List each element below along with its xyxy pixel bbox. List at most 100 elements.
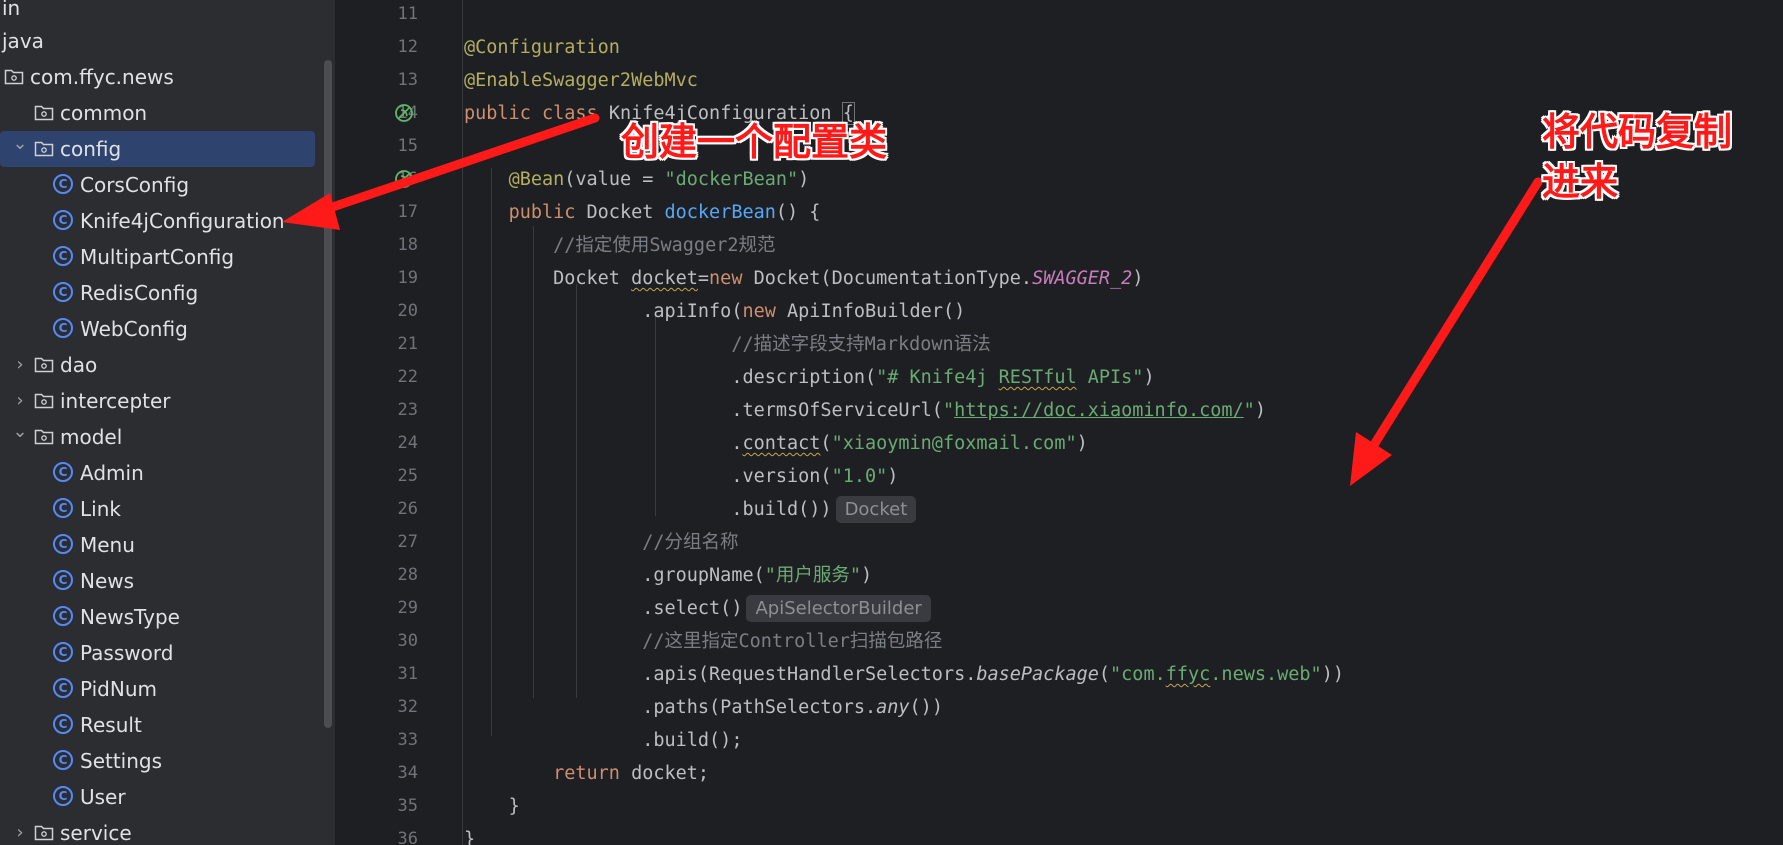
code-line-27[interactable]: //分组名称 xyxy=(464,526,739,559)
tree-item[interactable]: C User xyxy=(0,779,315,815)
tree-item[interactable]: › service xyxy=(0,815,315,845)
code-line-24[interactable]: .contact("xiaoymin@foxmail.com") xyxy=(464,427,1087,460)
line-number[interactable]: 27 xyxy=(358,526,418,559)
tree-item[interactable]: java xyxy=(0,23,315,59)
code-line-16[interactable]: @Bean(value = "dockerBean") xyxy=(464,163,810,196)
code-line-18[interactable]: //指定使用Swagger2规范 xyxy=(464,229,776,262)
editor-gutter: 11 12 13 14 15 16 17 18 19 20 21 22 23 24 25 26 27 28 29 30… xyxy=(336,0,462,845)
tree-item[interactable]: ⌄ config xyxy=(0,131,315,167)
url-link-token[interactable]: https://doc.xiaominfo.com/ xyxy=(954,400,1244,421)
line-number[interactable]: 17 xyxy=(358,196,418,229)
line-number[interactable]: 24 xyxy=(358,427,418,460)
code-line-17[interactable]: public Docket dockerBean() { xyxy=(464,196,821,229)
tree-item[interactable]: C Result xyxy=(0,707,315,743)
code-line-31[interactable]: .apis(RequestHandlerSelectors.basePackag… xyxy=(464,658,1344,691)
code-token: ()) xyxy=(909,697,943,718)
tree-item[interactable]: C Link xyxy=(0,491,315,527)
tree-item[interactable]: › intercepter xyxy=(0,383,315,419)
string-token: "1.0" xyxy=(831,466,888,487)
code-token: Docket xyxy=(575,202,665,223)
class-c-icon: C xyxy=(53,678,73,698)
code-line-22[interactable]: .description("# Knife4j RESTful APIs") xyxy=(464,361,1154,394)
constant-token: SWAGGER_2 xyxy=(1032,268,1133,289)
line-number[interactable]: 36 xyxy=(358,823,418,845)
code-line-28[interactable]: .groupName("用户服务") xyxy=(464,559,872,592)
line-number[interactable]: 18 xyxy=(358,229,418,262)
code-line-20[interactable]: .apiInfo(new ApiInfoBuilder() xyxy=(464,295,965,328)
tree-item[interactable]: › dao xyxy=(0,347,315,383)
chevron-right-icon[interactable]: › xyxy=(10,383,30,419)
chevron-right-icon[interactable]: › xyxy=(10,347,30,383)
code-token: ApiInfoBuilder() xyxy=(775,301,966,322)
line-number[interactable]: 12 xyxy=(358,31,418,64)
code-line-25[interactable]: .version("1.0") xyxy=(464,460,898,493)
spring-bean-icon[interactable] xyxy=(394,169,414,189)
line-number[interactable]: 11 xyxy=(358,0,418,31)
tree-item-label: News xyxy=(80,569,135,593)
code-line-19[interactable]: Docket docket=new Docket(DocumentationTy… xyxy=(464,262,1143,295)
line-number[interactable]: 13 xyxy=(358,64,418,97)
code-line-32[interactable]: .paths(PathSelectors.any()) xyxy=(464,691,943,724)
line-number[interactable]: 15 xyxy=(358,130,418,163)
tree-item[interactable]: C PidNum xyxy=(0,671,315,707)
code-line-30[interactable]: //这里指定Controller扫描包路径 xyxy=(464,625,942,658)
tree-item[interactable]: common xyxy=(0,95,315,131)
line-number[interactable]: 32 xyxy=(358,691,418,724)
line-number[interactable]: 22 xyxy=(358,361,418,394)
line-number[interactable]: 34 xyxy=(358,757,418,790)
class-name-token: Knife4jConfiguration xyxy=(608,103,832,124)
tree-item-label: Link xyxy=(80,497,121,521)
folder-icon xyxy=(34,825,54,841)
tree-item[interactable]: C MultipartConfig xyxy=(0,239,315,275)
line-number[interactable]: 19 xyxy=(358,262,418,295)
tree-item-label: PidNum xyxy=(80,677,157,701)
tree-item[interactable]: com.ffyc.news xyxy=(0,59,315,95)
code-line-33[interactable]: .build(); xyxy=(464,724,742,757)
line-number[interactable]: 28 xyxy=(358,559,418,592)
line-number[interactable]: 29 xyxy=(358,592,418,625)
line-number[interactable]: 33 xyxy=(358,724,418,757)
code-line-29[interactable]: .select() ApiSelectorBuilder xyxy=(464,592,931,625)
comment-token: //分组名称 xyxy=(642,532,739,553)
tree-item[interactable]: C Settings xyxy=(0,743,315,779)
code-line-35[interactable]: } xyxy=(464,790,520,823)
chevron-right-icon[interactable]: › xyxy=(10,815,30,845)
line-number[interactable]: 31 xyxy=(358,658,418,691)
tree-item[interactable]: C NewsType xyxy=(0,599,315,635)
line-number[interactable]: 26 xyxy=(358,493,418,526)
tree-item[interactable]: C RedisConfig xyxy=(0,275,315,311)
line-number[interactable]: 35 xyxy=(358,790,418,823)
tree-item[interactable]: C Knife4jConfiguration xyxy=(0,203,315,239)
code-token: .select() xyxy=(642,598,743,619)
code-line-21[interactable]: //描述字段支持Markdown语法 xyxy=(464,328,990,361)
line-number[interactable]: 20 xyxy=(358,295,418,328)
class-c-icon: C xyxy=(53,282,73,302)
chevron-down-icon[interactable]: ⌄ xyxy=(10,419,30,455)
comment-token: //指定使用Swagger2规范 xyxy=(553,235,776,256)
tree-item[interactable]: C Menu xyxy=(0,527,315,563)
tree-item[interactable]: C CorsConfig xyxy=(0,167,315,203)
tree-item[interactable]: C WebConfig xyxy=(0,311,315,347)
tree-item[interactable]: C News xyxy=(0,563,315,599)
code-line-12[interactable]: @Configuration xyxy=(464,31,620,64)
line-number[interactable]: 23 xyxy=(358,394,418,427)
code-line-34[interactable]: return docket; xyxy=(464,757,709,790)
code-line-13[interactable]: @EnableSwagger2WebMvc xyxy=(464,64,698,97)
code-line-36[interactable]: } xyxy=(464,823,475,845)
project-tree-scrollbar[interactable] xyxy=(324,60,332,728)
code-line-14[interactable]: public class Knife4jConfiguration { xyxy=(464,97,855,130)
code-editor[interactable]: 11 12 13 14 15 16 17 18 19 20 21 22 23 24 25 26 27 28 29 30… xyxy=(336,0,1783,845)
class-c-icon: C xyxy=(53,246,73,266)
line-number[interactable]: 30 xyxy=(358,625,418,658)
spring-bean-icon[interactable] xyxy=(394,103,414,123)
code-line-23[interactable]: .termsOfServiceUrl("https://doc.xiaominf… xyxy=(464,394,1266,427)
tree-item-label: com.ffyc.news xyxy=(30,65,174,89)
tree-item[interactable]: C Password xyxy=(0,635,315,671)
tree-item[interactable]: C Admin xyxy=(0,455,315,491)
line-number[interactable]: 21 xyxy=(358,328,418,361)
code-line-26[interactable]: .build()) Docket xyxy=(464,493,917,526)
chevron-down-icon[interactable]: ⌄ xyxy=(10,131,30,167)
class-c-icon: C xyxy=(53,462,73,482)
line-number[interactable]: 25 xyxy=(358,460,418,493)
tree-item[interactable]: ⌄ model xyxy=(0,419,315,455)
